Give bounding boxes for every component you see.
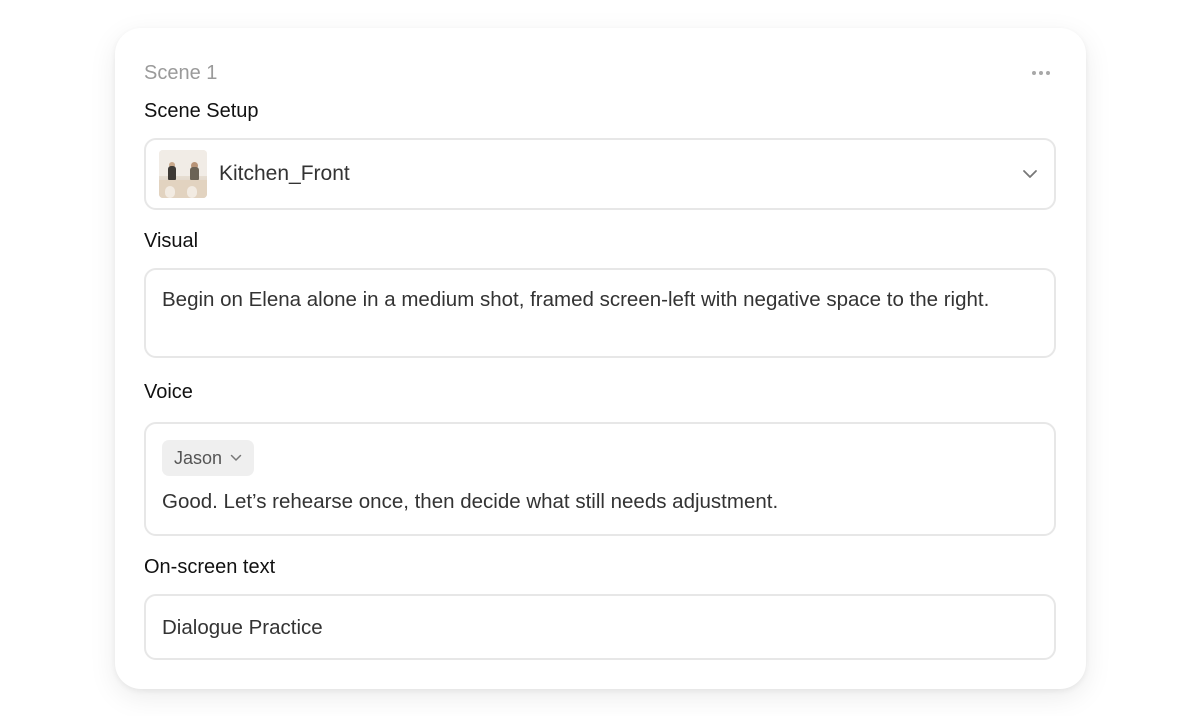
visual-label: Visual <box>144 230 199 252</box>
onscreen-text-value: Dialogue Practice <box>162 616 323 639</box>
chevron-down-icon <box>1023 170 1037 178</box>
scene-setup-value: Kitchen_Front <box>219 162 350 185</box>
voice-field[interactable]: Jason Good. Let’s rehearse once, then de… <box>144 422 1056 536</box>
voice-speaker-name: Jason <box>174 447 223 468</box>
more-options-button[interactable] <box>1027 63 1055 83</box>
onscreen-text-label: On-screen text <box>144 556 276 578</box>
more-horizontal-icon <box>1032 71 1036 75</box>
voice-speaker-dropdown[interactable]: Jason <box>162 440 255 476</box>
voice-label: Voice <box>144 381 193 403</box>
visual-textarea[interactable]: Begin on Elena alone in a medium shot, f… <box>144 268 1056 358</box>
scene-card: Scene 1 Scene Setup Kitchen_Front Visual… <box>115 28 1086 689</box>
scene-setup-thumbnail <box>159 150 207 198</box>
scene-setup-label: Scene Setup <box>144 100 259 122</box>
scene-setup-select[interactable]: Kitchen_Front <box>144 138 1056 210</box>
scene-title: Scene 1 <box>144 62 218 84</box>
chevron-down-icon <box>230 454 242 461</box>
visual-text: Begin on Elena alone in a medium shot, f… <box>162 288 990 311</box>
onscreen-text-input[interactable]: Dialogue Practice <box>144 594 1056 660</box>
voice-line-text[interactable]: Good. Let’s rehearse once, then decide w… <box>162 490 778 514</box>
